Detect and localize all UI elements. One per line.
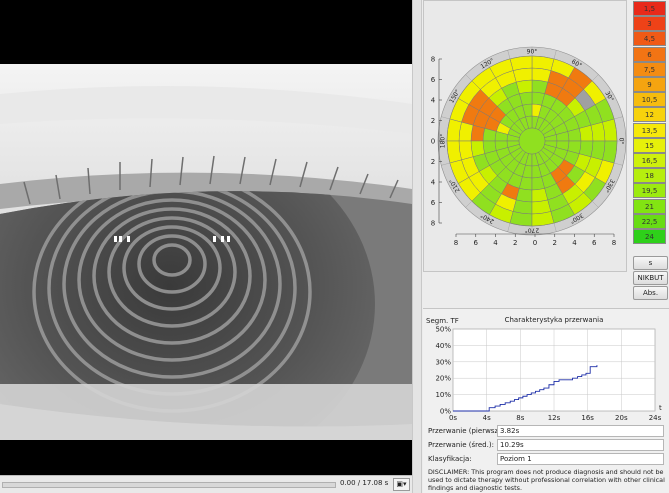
chart-y-tick: 30% — [435, 358, 451, 366]
polar-cell — [602, 140, 618, 164]
polar-cell — [590, 121, 606, 142]
scale-cell: 22,5 — [633, 213, 666, 229]
polar-cell — [509, 211, 533, 227]
break-chart: Charakterystyka przerwania Segm. TF t 50% 40… — [426, 316, 662, 422]
polar-cell — [531, 79, 549, 94]
y-axis-tick: 8 — [431, 56, 435, 64]
polar-angle-label: 0° — [618, 138, 625, 145]
polar-angle-label: 270° — [525, 227, 539, 234]
chart-x-unit: t — [659, 404, 662, 412]
polar-cell — [446, 118, 462, 142]
x-axis-tick: 8 — [612, 239, 616, 247]
polar-cell — [579, 140, 594, 158]
x-axis-tick: 4 — [572, 239, 577, 247]
chart-x-tick: 12s — [548, 414, 561, 422]
polar-cell — [602, 118, 618, 142]
scale-cell: 18 — [633, 168, 666, 184]
polar-cell — [531, 55, 555, 71]
polar-cell — [531, 199, 552, 215]
y-axis-tick: 6 — [431, 76, 436, 84]
chart-x-tick: 8s — [516, 414, 524, 422]
mean-break-label: Przerwanie (śred.): — [428, 441, 494, 449]
chart-title: Charakterystyka przerwania — [505, 316, 604, 324]
scale-cell: 1,5 — [633, 1, 666, 16]
time-readout: 0.00 / 17.08 s — [340, 479, 389, 487]
chart-x-tick: 0s — [449, 414, 457, 422]
polar-cell — [470, 124, 485, 142]
y-axis-tick: 2 — [431, 158, 435, 166]
video-menu-button[interactable]: ▣▾ — [393, 478, 410, 491]
chart-y-tick: 20% — [435, 375, 451, 383]
first-break-field: 3.82s — [497, 425, 664, 437]
chart-x-tick: 20s — [615, 414, 628, 422]
app-window: 0.00 / 17.08 s ▣▾ 0° 30° 60° 90° 120° 150° 180… — [0, 0, 669, 493]
polar-cell — [515, 188, 533, 203]
classification-label: Klasyfikacja: — [428, 455, 472, 463]
scale-cell: 3 — [633, 16, 666, 32]
chart-y-tick: 40% — [435, 342, 451, 350]
scale-cell: 16,5 — [633, 153, 666, 168]
disclaimer-text: DISCLAIMER: This program does not produc… — [428, 468, 665, 492]
polar-cell — [446, 140, 462, 164]
x-axis-tick: 2 — [553, 239, 557, 247]
scale-cell: 13,5 — [633, 122, 666, 138]
polar-cell — [512, 67, 533, 83]
scale-cell: 7,5 — [633, 61, 666, 77]
scale-cell: 24 — [633, 229, 666, 244]
y-axis-tick: 8 — [431, 220, 435, 228]
mean-break-field: 10.29s — [497, 439, 664, 451]
nikbut-button[interactable]: NIKBUT — [633, 271, 668, 285]
x-axis-tick: 0 — [533, 239, 537, 247]
video-panel — [0, 0, 412, 475]
polar-cell — [531, 211, 555, 227]
first-break-label: Przerwanie (pierwsze): — [428, 427, 508, 435]
y-axis-tick: 0 — [431, 138, 435, 146]
x-axis-tick: 6 — [474, 239, 479, 247]
panel-splitter[interactable] — [412, 0, 422, 493]
polar-cell — [590, 140, 606, 161]
chart-y-tick: 50% — [435, 326, 451, 334]
scale-cell: 21 — [633, 198, 666, 214]
y-axis-tick: 4 — [431, 179, 436, 187]
video-progress-slider[interactable] — [2, 482, 336, 488]
polar-cell — [509, 55, 533, 71]
chart-y-label: Segm. TF — [426, 317, 459, 325]
polar-angle-label: 90° — [527, 49, 538, 56]
scale-cell: 15 — [633, 137, 666, 153]
scale-cell: 19,5 — [633, 183, 666, 199]
scale-cell: 12 — [633, 107, 666, 123]
classification-field: Poziom 1 — [497, 453, 664, 465]
chart-x-tick: 24s — [649, 414, 662, 422]
break-characteristics-panel: Charakterystyka przerwania Segm. TF t 50% 40… — [423, 308, 669, 493]
x-axis-tick: 6 — [592, 239, 597, 247]
scale-cell: 10,5 — [633, 92, 666, 108]
color-scale-panel: 1,5 3 4,5 6 7,5 9 10,5 12 13,5 15 16,5 18 19,5 21 22,5… — [631, 0, 669, 300]
y-axis-tick: 6 — [431, 199, 436, 207]
x-axis-tick: 8 — [454, 239, 458, 247]
polar-center — [518, 127, 546, 155]
abs-button[interactable]: Abs. — [633, 286, 668, 300]
polar-map: 0°30°60°90°120°150°180°210°240°270°300°3… — [431, 46, 627, 247]
polar-map-panel: 0° 30° 60° 90° 120° 150° 180° 210° 240° 270° 300° 3… — [423, 0, 627, 272]
chart-y-tick: 10% — [435, 391, 451, 399]
polar-cell — [458, 140, 474, 161]
y-axis-tick: 2 — [431, 117, 435, 125]
polar-cell — [531, 67, 552, 83]
scale-cell: 9 — [633, 77, 666, 92]
polar-cell — [458, 121, 474, 142]
unit-s-button[interactable]: s — [633, 256, 668, 270]
polar-cell — [512, 199, 533, 215]
x-axis-tick: 4 — [493, 239, 498, 247]
eye-image — [0, 64, 412, 440]
chart-x-tick: 16s — [581, 414, 594, 422]
chart-x-tick: 4s — [483, 414, 491, 422]
y-axis-tick: 4 — [431, 97, 436, 105]
x-axis-tick: 2 — [513, 239, 517, 247]
video-control-bar: 0.00 / 17.08 s ▣▾ — [0, 475, 412, 493]
scale-cell: 4,5 — [633, 31, 666, 47]
scale-cell: 6 — [633, 46, 666, 62]
